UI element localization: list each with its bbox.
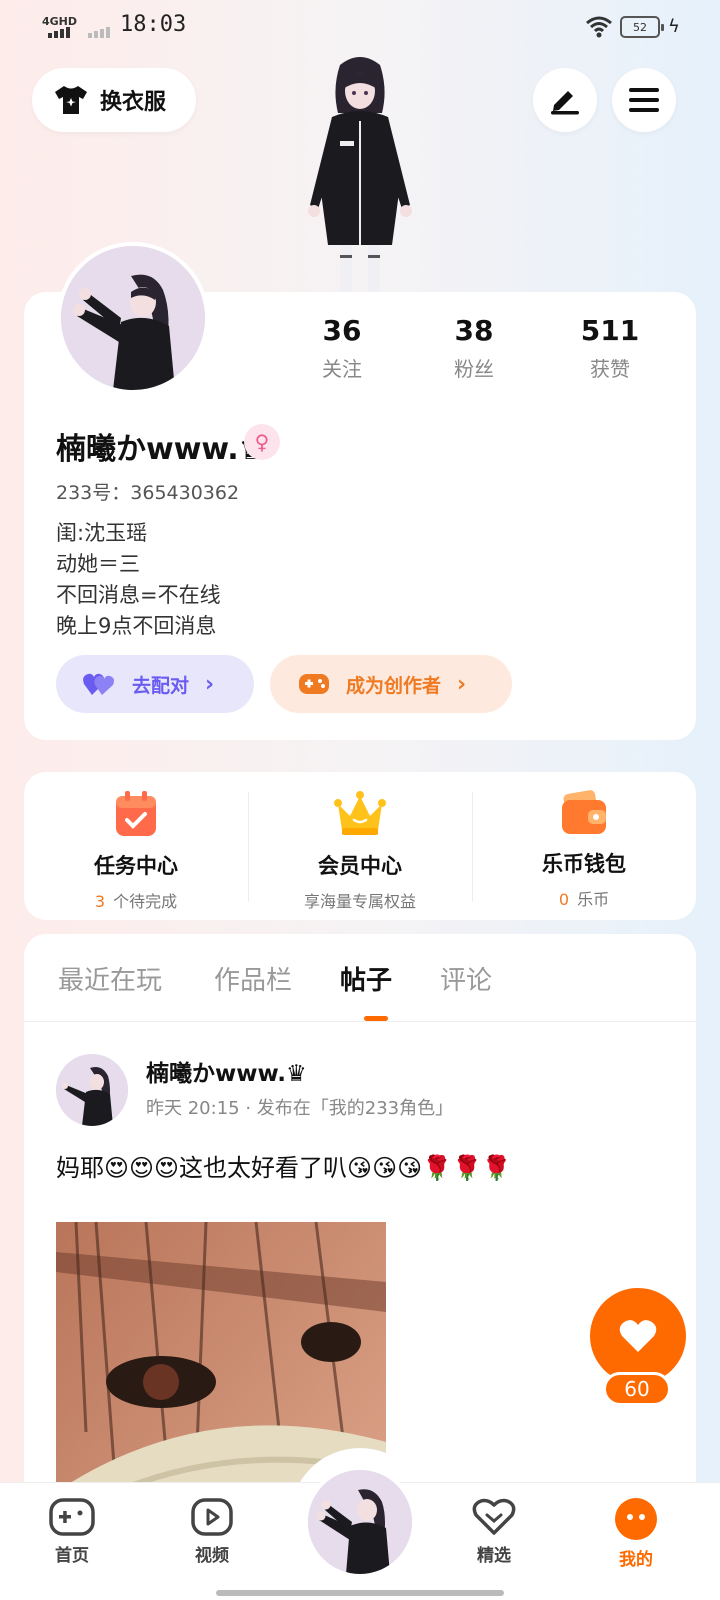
match-label: 去配对	[132, 674, 190, 697]
tab-bar: 最近在玩 作品栏 帖子 评论	[24, 934, 696, 1022]
become-creator-label: 成为创作者	[346, 674, 442, 697]
task-center-desc: 个待完成	[113, 892, 178, 911]
stat-likes-value: 511	[580, 314, 640, 347]
profile-avatar[interactable]	[57, 242, 209, 394]
tab-recent-played[interactable]: 最近在玩	[58, 960, 162, 997]
tab-posts[interactable]: 帖子	[340, 960, 392, 997]
like-count: 60	[603, 1372, 671, 1406]
post-avatar[interactable]	[56, 1054, 128, 1126]
stat-followers[interactable]: 38 粉丝	[414, 314, 534, 382]
vip-center[interactable]: 会员中心 享海量专属权益	[248, 772, 472, 920]
chevron-right-icon: ›	[457, 671, 467, 697]
coin-wallet-title: 乐币钱包	[542, 852, 626, 876]
face-icon	[615, 1498, 657, 1540]
change-outfit-label: 换衣服	[100, 90, 167, 115]
vip-center-title: 会员中心	[318, 854, 402, 878]
shirt-icon	[55, 86, 87, 114]
avatar-3d-figure	[308, 57, 412, 293]
nav-video-label: 视频	[195, 1546, 229, 1566]
coin-wallet-desc: 乐币	[577, 890, 610, 909]
stat-followers-value: 38	[454, 314, 494, 347]
hamburger-icon	[629, 88, 659, 112]
pen-icon	[551, 91, 579, 115]
bio: 闺:沈玉瑶 动她＝三 不回消息=不在线 晚上9点不回消息	[56, 518, 221, 642]
battery-level: 52	[633, 20, 647, 34]
menu-button[interactable]	[612, 68, 676, 132]
become-creator-button[interactable]: 成为创作者 ›	[270, 655, 512, 713]
stat-followers-label: 粉丝	[454, 357, 494, 381]
vip-center-desc: 享海量专属权益	[303, 892, 416, 911]
signal-2-icon	[88, 27, 110, 38]
calendar-check-icon	[116, 791, 156, 836]
bio-line: 不回消息=不在线	[56, 583, 221, 607]
gamepad-icon	[49, 1498, 95, 1536]
chevron-right-icon: ›	[205, 671, 215, 697]
bio-line: 动她＝三	[56, 552, 140, 576]
match-button[interactable]: 去配对 ›	[56, 655, 254, 713]
nav-mine-label: 我的	[619, 1550, 653, 1570]
charging-icon: ϟ	[668, 16, 680, 37]
stat-following-value: 36	[322, 314, 362, 347]
coin-wallet[interactable]: 乐币钱包 0 乐币	[472, 772, 696, 920]
post-author[interactable]: 楠曦かwww.♛	[146, 1054, 307, 1088]
change-outfit-button[interactable]: 换衣服	[32, 68, 196, 132]
nav-home-label: 首页	[55, 1546, 89, 1566]
signal-icon	[48, 27, 70, 38]
center-avatar-illustration	[308, 1470, 412, 1574]
wifi-icon	[586, 16, 612, 38]
heart-icon	[472, 1498, 516, 1535]
double-heart-icon	[83, 673, 114, 695]
like-button[interactable]	[590, 1288, 686, 1384]
avatar-illustration	[61, 246, 205, 390]
tab-indicator	[364, 1016, 388, 1021]
username: 楠曦かwww.♛	[56, 432, 266, 467]
heart-icon	[619, 1320, 657, 1352]
vip-center-sub: 享海量专属权益	[304, 888, 416, 912]
stat-likes-label: 获赞	[590, 357, 630, 381]
task-count: 3	[94, 892, 106, 911]
female-icon: ♀	[244, 424, 280, 460]
home-indicator	[216, 1590, 504, 1596]
clock: 18:03	[120, 12, 187, 37]
edit-button[interactable]	[533, 68, 597, 132]
tab-comments[interactable]: 评论	[440, 960, 492, 997]
nav-featured[interactable]: 精选	[454, 1497, 534, 1566]
task-center-sub: 3 个待完成	[95, 888, 177, 912]
status-bar: 4GHD 18:03 52 ϟ	[0, 0, 720, 54]
stat-following[interactable]: 36 关注	[282, 314, 402, 382]
services-card: 任务中心 3 个待完成 会员中心 享海量专属权益 乐币钱包 0 乐币	[24, 772, 696, 920]
bio-line: 闺:沈玉瑶	[56, 521, 148, 545]
nav-mine[interactable]: 我的	[596, 1497, 676, 1570]
post-text: 妈耶😍😍😍这也太好看了叭😘😘😘🌹🌹🌹	[56, 1154, 512, 1182]
bio-line: 晚上9点不回消息	[56, 614, 217, 638]
gamepad-icon	[299, 674, 329, 694]
battery-icon: 52	[620, 16, 664, 38]
stat-likes[interactable]: 511 获赞	[550, 314, 670, 382]
stat-following-label: 关注	[322, 357, 362, 381]
wallet-icon	[562, 790, 606, 834]
post-meta: 昨天 20:15 · 发布在「我的233角色」	[146, 1098, 454, 1119]
task-center[interactable]: 任务中心 3 个待完成	[24, 772, 248, 920]
user-id: 233号：365430362	[56, 482, 240, 504]
tab-works[interactable]: 作品栏	[214, 960, 292, 997]
coin-balance: 0	[558, 890, 570, 909]
nav-home[interactable]: 首页	[32, 1497, 112, 1566]
nav-featured-label: 精选	[477, 1546, 511, 1566]
nav-center-avatar[interactable]	[304, 1466, 416, 1578]
coin-wallet-sub: 0 乐币	[559, 886, 609, 910]
task-center-title: 任务中心	[94, 854, 178, 878]
crown-icon	[334, 791, 386, 835]
play-icon	[191, 1498, 233, 1536]
post-avatar-illustration	[56, 1054, 128, 1126]
nav-video[interactable]: 视频	[172, 1497, 252, 1566]
